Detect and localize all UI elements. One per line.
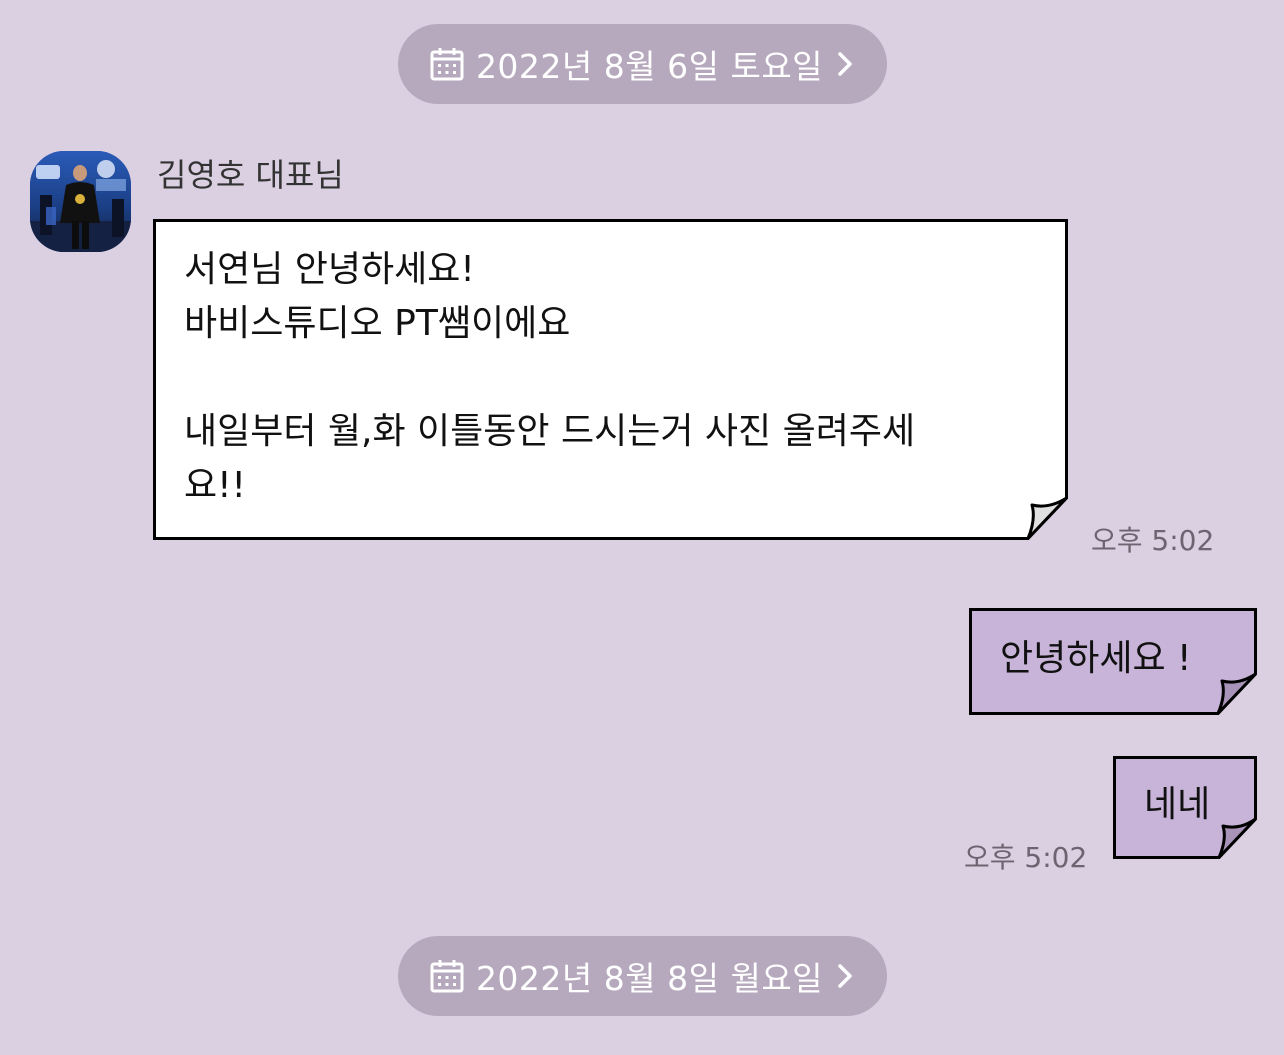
message-timestamp: 오후 5:02 bbox=[1091, 524, 1215, 557]
message-text: 네네 bbox=[1144, 784, 1211, 825]
outgoing-message-bubble[interactable]: 네네 bbox=[1113, 756, 1257, 859]
incoming-message-bubble[interactable]: 서연님 안녕하세요! 바비스튜디오 PT쌤이에요 내일부터 월,화 이틀동안 드… bbox=[153, 219, 1068, 540]
outgoing-message-bubble[interactable]: 안녕하세요 ! bbox=[969, 608, 1257, 715]
message-text: 안녕하세요 ! bbox=[1000, 638, 1192, 679]
date-divider-bottom[interactable]: 2022년 8월 8일 월요일 bbox=[398, 936, 887, 1016]
sender-name: 김영호 대표님 bbox=[157, 156, 344, 194]
date-divider-top[interactable]: 2022년 8월 6일 토요일 bbox=[398, 24, 887, 104]
calendar-icon bbox=[430, 960, 464, 993]
chevron-right-icon bbox=[838, 964, 852, 988]
chevron-right-icon bbox=[838, 52, 852, 76]
calendar-icon bbox=[430, 48, 464, 81]
avatar[interactable] bbox=[30, 151, 131, 252]
message-timestamp: 오후 5:02 bbox=[964, 841, 1088, 874]
date-divider-label: 2022년 8월 8일 월요일 bbox=[475, 959, 824, 998]
message-text: 서연님 안녕하세요! 바비스튜디오 PT쌤이에요 내일부터 월,화 이틀동안 드… bbox=[184, 249, 916, 506]
date-divider-label: 2022년 8월 6일 토요일 bbox=[475, 47, 824, 86]
avatar-photo bbox=[30, 151, 131, 252]
